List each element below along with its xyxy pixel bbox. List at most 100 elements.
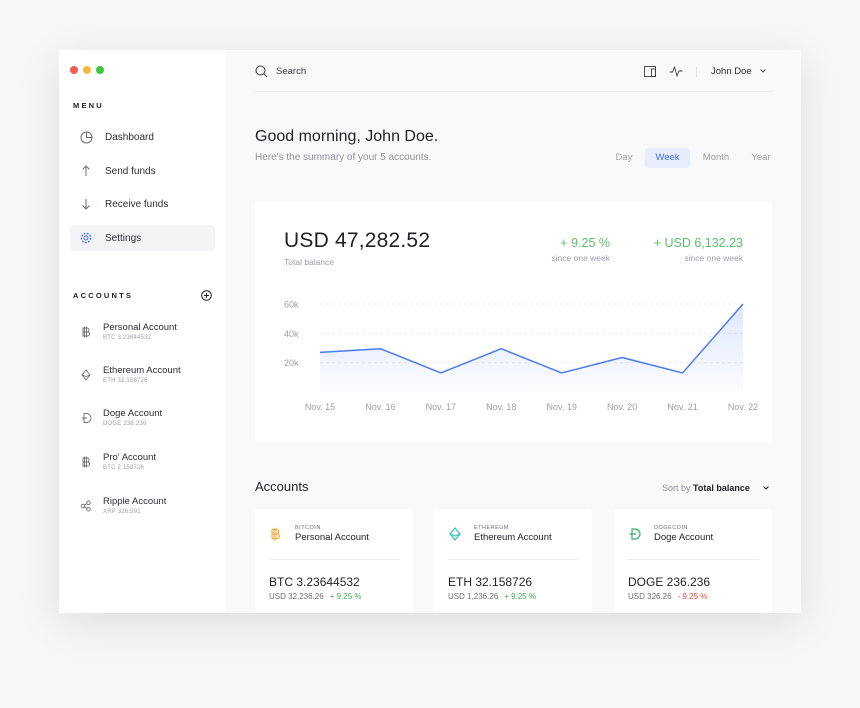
account-amount: DOGE 236.236 [628, 575, 711, 589]
sidebar-account-ripple[interactable]: Ripple Account XRP 326.591 [79, 496, 166, 515]
account-coin: DOGECOIN [654, 525, 688, 531]
period-tab-month[interactable]: Month [695, 148, 737, 168]
activity-icon[interactable] [669, 65, 683, 78]
account-change: + 9.25 % [504, 592, 537, 601]
account-coin: BITCOIN [295, 525, 321, 531]
x-tick-label: Nov. 21 [667, 402, 697, 412]
data-point [319, 351, 321, 353]
ethereum-icon [79, 368, 93, 382]
series-area [320, 304, 743, 392]
x-tick-label: Nov. 19 [547, 402, 577, 412]
account-balance: ETH 32.158726 [103, 378, 148, 384]
page-subtitle: Here's the summary of your 5 accounts. [255, 152, 432, 163]
sidebar-item-send-funds[interactable]: Send funds [70, 158, 215, 184]
accounts-section-title: ACCOUNTS [73, 291, 134, 300]
sidebar-item-label: Dashboard [105, 131, 154, 143]
divider [269, 559, 400, 560]
x-tick-label: Nov. 20 [607, 402, 637, 412]
account-name: Ethereum Account [474, 532, 552, 543]
sort-prefix: Sort by [662, 483, 694, 493]
user-menu[interactable]: John Doe [711, 66, 752, 77]
menu-section-title: MENU [73, 101, 104, 110]
account-balance: DOGE 236.236 [103, 421, 147, 427]
doge-icon [79, 411, 93, 425]
account-coin: ETHEREUM [474, 525, 509, 531]
sidebar: MENU Dashboard Send funds Receive funds … [59, 50, 226, 613]
data-point [500, 348, 502, 350]
data-point [682, 372, 684, 374]
sort-control[interactable]: Sort by Total balance [662, 483, 750, 493]
account-usd: USD 32,236.26 [269, 592, 324, 601]
x-tick-label: Nov. 16 [365, 402, 395, 412]
y-tick-label: 40k [284, 329, 299, 339]
period-tab-day[interactable]: Day [608, 148, 640, 168]
account-name: Doge Account [654, 532, 714, 543]
account-usd: USD 1,236.26 [448, 592, 499, 601]
sidebar-item-label: Receive funds [105, 198, 169, 210]
sidebar-item-label: Settings [105, 232, 142, 244]
page-title: Good morning, John Doe. [255, 128, 439, 145]
bitcoin-icon [79, 325, 93, 339]
sidebar-item-receive-funds[interactable]: Receive funds [70, 191, 215, 217]
divider [448, 559, 579, 560]
window-controls [70, 66, 104, 74]
account-card-bitcoin[interactable]: BITCOIN Personal Account BTC 3.23644532 … [255, 509, 413, 613]
doge-icon [629, 528, 641, 540]
pie-chart-icon [79, 130, 93, 144]
maximize-window-button[interactable] [96, 66, 104, 74]
account-card-doge[interactable]: DOGECOIN Doge Account DOGE 236.236 USD 3… [614, 509, 772, 613]
account-card-ethereum[interactable]: ETHEREUM Ethereum Account ETH 32.158726 … [434, 509, 592, 613]
chevron-down-icon[interactable] [760, 69, 766, 73]
data-point [379, 348, 381, 350]
sidebar-account-ethereum[interactable]: Ethereum Account ETH 32.158726 [79, 365, 181, 384]
account-name: Ripple Account [103, 496, 167, 507]
account-amount: ETH 32.158726 [448, 575, 533, 589]
divider [628, 559, 759, 560]
devices-icon[interactable] [644, 65, 657, 78]
x-tick-label: Nov. 15 [305, 402, 335, 412]
account-name: Pro' Account [103, 452, 157, 463]
x-tick-label: Nov. 18 [486, 402, 516, 412]
bitcoin-icon [79, 455, 93, 469]
account-amount: BTC 3.23644532 [269, 575, 360, 589]
sidebar-item-label: Send funds [105, 165, 156, 177]
app-window: MENU Dashboard Send funds Receive funds … [59, 50, 801, 613]
sidebar-account-pro[interactable]: Pro' Account BTC 2.158726 [79, 452, 156, 471]
x-tick-label: Nov. 17 [426, 402, 456, 412]
account-usd-value: USD 32,236.26 + 9.25 % [269, 592, 362, 601]
close-window-button[interactable] [70, 66, 78, 74]
search-input[interactable]: Search [276, 66, 306, 77]
account-usd-value: USD 326.26 - 9.25 % [628, 592, 707, 601]
sidebar-account-doge[interactable]: Doge Account DOGE 236.236 [79, 408, 162, 427]
balance-card: USD 47,282.52 Total balance + 9.25 % sin… [255, 201, 772, 442]
chevron-down-icon[interactable] [763, 486, 769, 490]
account-change: - 9.25 % [677, 592, 708, 601]
minimize-window-button[interactable] [83, 66, 91, 74]
top-bar: Search John Doe [255, 50, 773, 92]
ripple-icon [79, 499, 93, 513]
sidebar-item-settings[interactable]: Settings [70, 225, 215, 251]
sidebar-item-dashboard[interactable]: Dashboard [70, 124, 215, 150]
sort-value: Total balance [693, 483, 750, 493]
arrow-up-icon [79, 164, 93, 178]
data-point [561, 372, 563, 374]
bitcoin-icon [271, 527, 280, 541]
account-balance: XRP 326.591 [103, 509, 141, 515]
topbar-divider [696, 67, 697, 77]
search-icon[interactable] [255, 65, 268, 78]
y-tick-label: 20k [284, 358, 299, 368]
add-account-icon[interactable] [201, 290, 212, 301]
sidebar-account-personal[interactable]: Personal Account BTC 3.23644532 [79, 322, 177, 341]
gear-icon [79, 231, 93, 245]
account-change: + 9.25 % [329, 592, 362, 601]
account-name: Doge Account [103, 408, 163, 419]
ethereum-icon [449, 527, 461, 541]
account-name: Personal Account [295, 532, 369, 543]
period-tab-year[interactable]: Year [745, 148, 777, 168]
account-usd-value: USD 1,236.26 + 9.25 % [448, 592, 536, 601]
account-name: Personal Account [103, 322, 177, 333]
data-point [621, 357, 623, 359]
balance-chart: 60k 40k 20k Nov. 15 Nov. 16 Nov. 17 Nov. 18 Nov… [284, 300, 758, 413]
account-balance: BTC 2.158726 [103, 465, 145, 471]
period-tab-week[interactable]: Week [645, 148, 690, 168]
